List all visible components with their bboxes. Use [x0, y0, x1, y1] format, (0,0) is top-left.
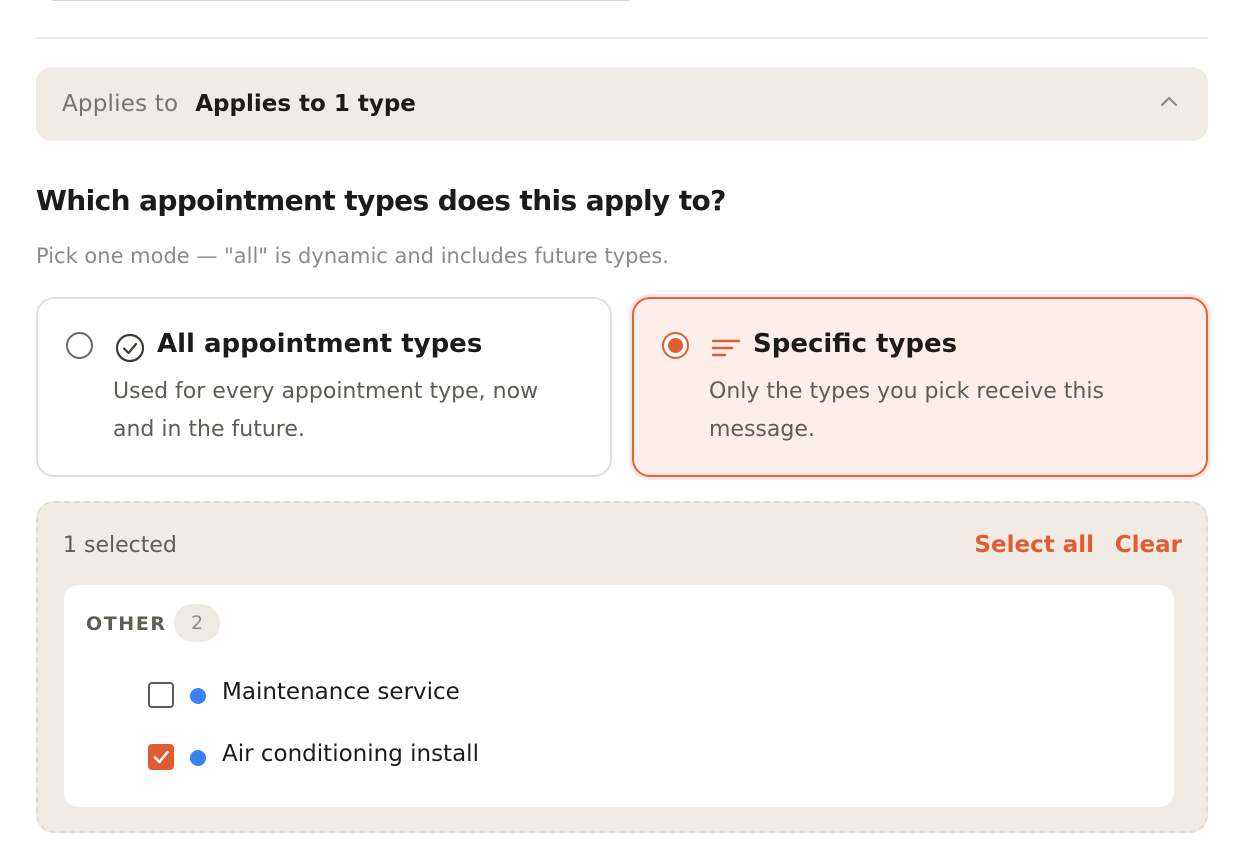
checkbox-maintenance-service[interactable] [148, 682, 174, 708]
radio-all-types[interactable] [66, 332, 93, 359]
filter-lines-icon [711, 339, 741, 357]
type-group-other: OTHER 2 Maintenance service Air conditio… [64, 585, 1174, 807]
type-option-air-conditioning-install[interactable]: Air conditioning install [148, 740, 748, 774]
type-color-dot [190, 750, 206, 766]
section-divider [36, 37, 1208, 39]
checkmark-icon [153, 750, 169, 764]
radio-specific-types[interactable] [662, 332, 689, 359]
mode-description-specific: Only the types you pick receive this mes… [709, 379, 1104, 442]
selected-count: 1 selected [63, 533, 177, 558]
checkbox-air-conditioning-install[interactable] [148, 744, 174, 770]
type-option-maintenance-service[interactable]: Maintenance service [148, 678, 748, 712]
group-title: OTHER [86, 613, 167, 635]
section-hint: Pick one mode — "all" is dynamic and inc… [36, 244, 669, 268]
applies-to-accordion[interactable]: Applies to Applies to 1 type [36, 67, 1208, 141]
type-picker-panel: 1 selected Select all Clear OTHER 2 Main… [36, 501, 1208, 833]
text-input-bottom-edge[interactable] [48, 0, 633, 1]
chevron-up-icon[interactable] [1160, 95, 1178, 107]
applies-to-label: Applies to [62, 91, 179, 117]
type-label: Air conditioning install [222, 741, 479, 767]
applies-to-value: Applies to 1 type [195, 91, 416, 117]
mode-title-all: All appointment types [157, 329, 483, 359]
check-circle-icon [115, 333, 145, 363]
mode-card-all-types[interactable]: All appointment types Used for every app… [36, 297, 612, 477]
section-heading: Which appointment types does this apply … [36, 184, 726, 217]
type-color-dot [190, 688, 206, 704]
mode-description-all: Used for every appointment type, now and… [113, 379, 539, 442]
mode-card-specific-types[interactable]: Specific types Only the types you pick r… [632, 297, 1208, 477]
clear-button[interactable]: Clear [1115, 532, 1182, 558]
select-all-button[interactable]: Select all [974, 532, 1094, 558]
mode-title-specific: Specific types [753, 329, 958, 359]
group-count-badge: 2 [174, 604, 220, 642]
type-label: Maintenance service [222, 679, 460, 705]
